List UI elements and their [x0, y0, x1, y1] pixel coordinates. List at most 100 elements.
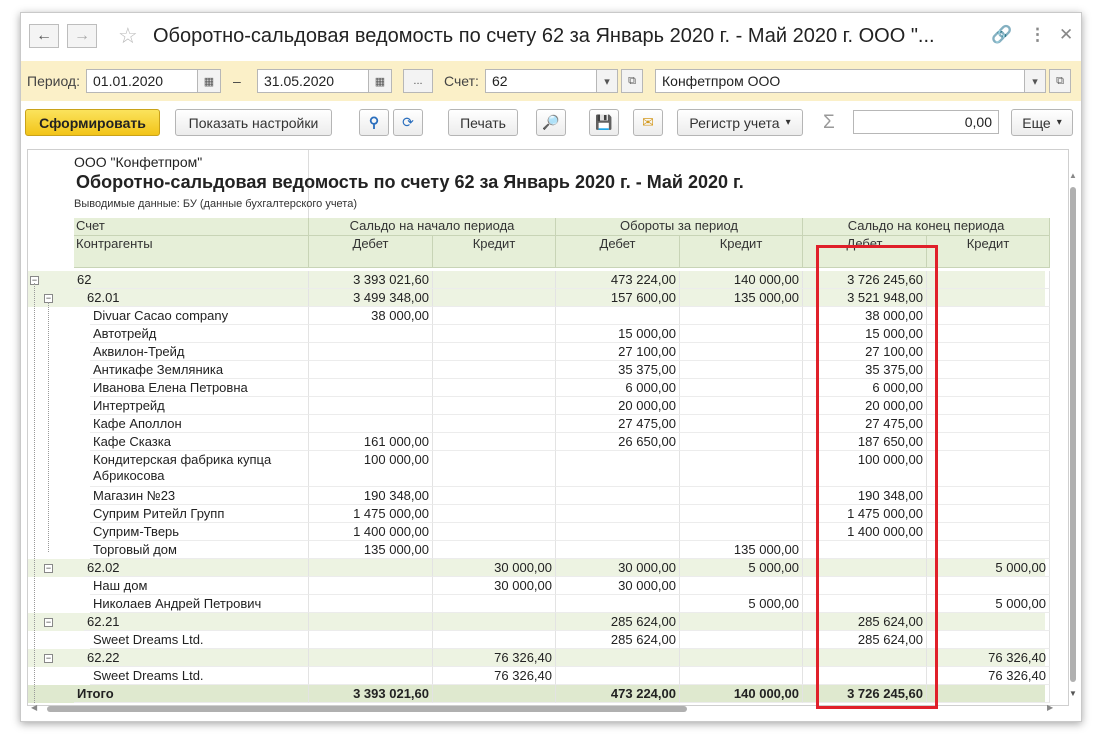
- value-cell-cc: [927, 685, 1050, 703]
- account-input[interactable]: 62: [485, 69, 597, 93]
- value-cell-cc: 5 000,00: [927, 559, 1050, 577]
- value-cell-td: [556, 523, 680, 541]
- value-cell-od: 161 000,00: [309, 433, 433, 451]
- value-cell-od: 3 393 021,60: [309, 685, 433, 703]
- account-name-cell: 62.01: [84, 289, 309, 307]
- collapse-toggle-icon[interactable]: −: [44, 654, 53, 663]
- value-cell-oc: [433, 343, 556, 361]
- scroll-up-icon[interactable]: ▲: [1069, 171, 1077, 180]
- more-label: Еще: [1022, 114, 1051, 131]
- search-icon[interactable]: ⚲: [359, 109, 389, 136]
- scroll-right-icon[interactable]: ▶: [1047, 703, 1053, 712]
- value-cell-cc: [927, 343, 1050, 361]
- value-cell-tc: 135 000,00: [680, 541, 803, 559]
- value-cell-tc: [680, 649, 803, 667]
- sum-icon: Σ: [823, 112, 835, 133]
- favorite-star-icon[interactable]: ☆: [118, 23, 138, 49]
- account-name-cell: Наш дом: [90, 577, 309, 595]
- account-name-cell: Итого: [74, 685, 309, 703]
- value-cell-od: 135 000,00: [309, 541, 433, 559]
- account-name-cell: Николаев Андрей Петрович: [90, 595, 309, 613]
- sum-field[interactable]: 0,00: [853, 110, 999, 134]
- account-name-cell: 62.22: [84, 649, 309, 667]
- more-dropdown-button[interactable]: Еще ▾: [1011, 109, 1073, 136]
- scroll-down-icon[interactable]: ▼: [1069, 689, 1077, 698]
- value-cell-td: [556, 667, 680, 685]
- search-refresh-icon[interactable]: ⟳: [393, 109, 423, 136]
- collapse-toggle-icon[interactable]: −: [44, 618, 53, 627]
- value-cell-td: [556, 505, 680, 523]
- account-name-cell: 62.21: [84, 613, 309, 631]
- print-button[interactable]: Печать: [448, 109, 518, 136]
- value-cell-oc: [433, 487, 556, 505]
- value-cell-oc: [433, 523, 556, 541]
- account-name-cell: Антикафе Земляника: [90, 361, 309, 379]
- preview-icon[interactable]: 🔎: [536, 109, 566, 136]
- closing-debit-highlight-box: [816, 245, 938, 709]
- save-icon[interactable]: 💾: [589, 109, 619, 136]
- header-account: Счет: [74, 218, 309, 236]
- value-cell-td: 285 624,00: [556, 613, 680, 631]
- value-cell-td: [556, 595, 680, 613]
- value-cell-cc: [927, 361, 1050, 379]
- vertical-scroll-thumb[interactable]: [1070, 187, 1076, 682]
- horizontal-scroll-thumb[interactable]: [47, 706, 687, 712]
- calendar-icon[interactable]: ▦: [368, 69, 392, 93]
- organization-input[interactable]: Конфетпром ООО: [655, 69, 1025, 93]
- collapse-toggle-icon[interactable]: −: [44, 564, 53, 573]
- value-cell-oc: [433, 451, 556, 487]
- show-settings-button[interactable]: Показать настройки: [175, 109, 332, 136]
- open-icon[interactable]: ⧉: [1049, 69, 1071, 93]
- period-label: Период:: [27, 73, 80, 89]
- value-cell-oc: [433, 379, 556, 397]
- close-icon[interactable]: ✕: [1059, 25, 1073, 45]
- value-cell-oc: [433, 397, 556, 415]
- date-from-input[interactable]: 01.01.2020: [86, 69, 198, 93]
- horizontal-scrollbar[interactable]: ◀ ▶: [29, 703, 1059, 715]
- forward-arrow-icon[interactable]: →: [67, 24, 97, 48]
- value-cell-cc: [927, 451, 1050, 487]
- value-cell-oc: [433, 613, 556, 631]
- value-cell-tc: [680, 487, 803, 505]
- value-cell-cc: 5 000,00: [927, 595, 1050, 613]
- link-icon[interactable]: 🔗: [991, 25, 1012, 45]
- account-name-cell: Торговый дом: [90, 541, 309, 559]
- value-cell-oc: [433, 433, 556, 451]
- generate-button[interactable]: Сформировать: [25, 109, 160, 136]
- report-organization: ООО "Конфетпром": [74, 154, 203, 170]
- value-cell-od: [309, 667, 433, 685]
- header-credit: Кредит: [927, 236, 1050, 268]
- value-cell-tc: [680, 361, 803, 379]
- report-window: ← → ☆ Оборотно-сальдовая ведомость по сч…: [20, 12, 1082, 722]
- toolbar: Сформировать Показать настройки ⚲ ⟳ Печа…: [21, 107, 1081, 143]
- period-select-button[interactable]: ...: [403, 69, 433, 93]
- chevron-down-icon: ▾: [785, 117, 791, 128]
- value-cell-tc: [680, 577, 803, 595]
- calendar-icon[interactable]: ▦: [197, 69, 221, 93]
- chevron-down-icon[interactable]: ▾: [1024, 69, 1046, 93]
- ledger-dropdown-button[interactable]: Регистр учета ▾: [677, 109, 803, 136]
- more-vertical-icon[interactable]: ⋮: [1029, 25, 1046, 45]
- value-cell-td: 15 000,00: [556, 325, 680, 343]
- value-cell-od: [309, 613, 433, 631]
- scroll-left-icon[interactable]: ◀: [31, 703, 37, 712]
- open-icon[interactable]: ⧉: [621, 69, 643, 93]
- back-arrow-icon[interactable]: ←: [29, 24, 59, 48]
- value-cell-od: 100 000,00: [309, 451, 433, 487]
- value-cell-cc: [927, 325, 1050, 343]
- chevron-down-icon[interactable]: ▾: [596, 69, 618, 93]
- value-cell-td: [556, 307, 680, 325]
- value-cell-oc: [433, 271, 556, 289]
- value-cell-td: 6 000,00: [556, 379, 680, 397]
- account-name-cell: Sweet Dreams Ltd.: [90, 667, 309, 685]
- vertical-scrollbar[interactable]: ▲ ▼: [1067, 169, 1079, 702]
- date-to-input[interactable]: 31.05.2020: [257, 69, 369, 93]
- header-turnover: Обороты за период: [556, 218, 803, 236]
- value-cell-oc: 30 000,00: [433, 559, 556, 577]
- tree-guide-line: [34, 283, 35, 703]
- mail-icon[interactable]: ✉: [633, 109, 663, 136]
- value-cell-tc: 140 000,00: [680, 685, 803, 703]
- value-cell-cc: [927, 577, 1050, 595]
- account-name-cell: Sweet Dreams Ltd.: [90, 631, 309, 649]
- account-label: Счет:: [444, 73, 479, 89]
